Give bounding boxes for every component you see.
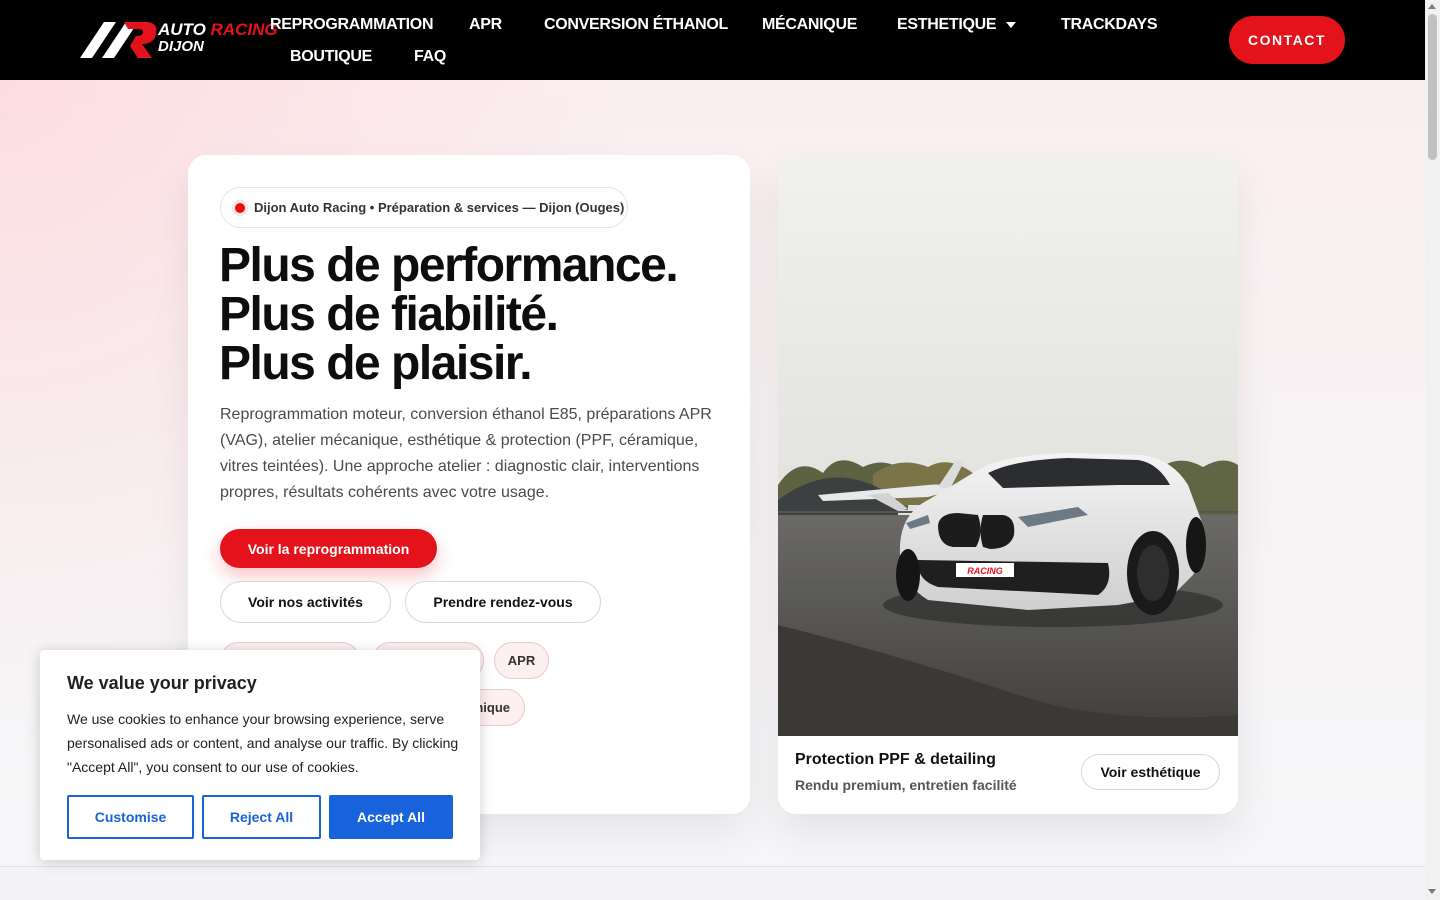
tag-chip-apr[interactable]: APR: [494, 642, 549, 679]
activities-button[interactable]: Voir nos activités: [220, 581, 391, 623]
hero-intro: Reprogrammation moteur, conversion éthan…: [220, 406, 712, 501]
accept-all-button[interactable]: Accept All: [329, 795, 453, 839]
nav-mecanique[interactable]: MÉCANIQUE: [762, 16, 857, 34]
location-badge-text: Dijon Auto Racing • Préparation & servic…: [254, 200, 625, 215]
nav-esthetique-label: ESTHETIQUE: [897, 16, 997, 33]
page-scrollbar[interactable]: [1425, 0, 1440, 900]
hero-headline: Plus de performance. Plus de fiabilité. …: [219, 241, 739, 388]
site-header: AUTO RACING DIJON REPROGRAMMATION APR CO…: [0, 0, 1425, 80]
contact-button[interactable]: CONTACT: [1229, 16, 1345, 64]
car-photo: RACING: [778, 155, 1238, 736]
status-dot-icon: [235, 202, 245, 213]
headline-line-1: Plus de performance.: [219, 239, 679, 292]
cookie-consent-banner: We value your privacy We use cookies to …: [40, 650, 480, 860]
chevron-down-icon[interactable]: [1006, 21, 1017, 28]
scrollbar-thumb[interactable]: [1428, 14, 1437, 160]
appointment-button[interactable]: Prendre rendez-vous: [405, 581, 601, 623]
headline-line-2: Plus de fiabilité.: [219, 288, 559, 341]
nav-esthetique[interactable]: ESTHETIQUE: [897, 16, 1017, 34]
nav-boutique[interactable]: BOUTIQUE: [290, 48, 372, 66]
feature-subtitle: Rendu premium, entretien facilité: [795, 777, 1017, 793]
reject-all-button[interactable]: Reject All: [202, 795, 321, 839]
cookie-title: We value your privacy: [67, 673, 257, 693]
cookie-text: We use cookies to enhance your browsing …: [67, 711, 459, 775]
feature-card: RACING Protection PPF & detailing Rendu …: [778, 155, 1238, 814]
next-section: [0, 867, 1425, 900]
logo-mark-icon: [80, 22, 157, 58]
logo-city: DIJON: [158, 38, 204, 55]
nav-faq[interactable]: FAQ: [414, 48, 446, 66]
feature-title: Protection PPF & detailing: [795, 751, 996, 768]
nav-apr[interactable]: APR: [469, 16, 502, 34]
logo-wordmark: AUTO RACING: [158, 20, 278, 39]
customise-button[interactable]: Customise: [67, 795, 194, 839]
headline-line-3: Plus de plaisir.: [219, 337, 533, 390]
esthetique-button[interactable]: Voir esthétique: [1081, 754, 1220, 790]
scroll-down-icon[interactable]: [1428, 889, 1436, 894]
nav-conversion-ethanol[interactable]: CONVERSION ÉTHANOL: [544, 16, 728, 34]
site-logo[interactable]: AUTO RACING DIJON: [80, 18, 278, 62]
license-plate-text: RACING: [967, 566, 1003, 576]
scroll-up-icon[interactable]: [1428, 4, 1436, 9]
nav-reprogrammation[interactable]: REPROGRAMMATION: [270, 16, 434, 34]
location-badge: Dijon Auto Racing • Préparation & servic…: [220, 187, 628, 228]
nav-trackdays[interactable]: TRACKDAYS: [1061, 16, 1158, 34]
reprogrammation-button[interactable]: Voir la reprogrammation: [220, 529, 437, 568]
